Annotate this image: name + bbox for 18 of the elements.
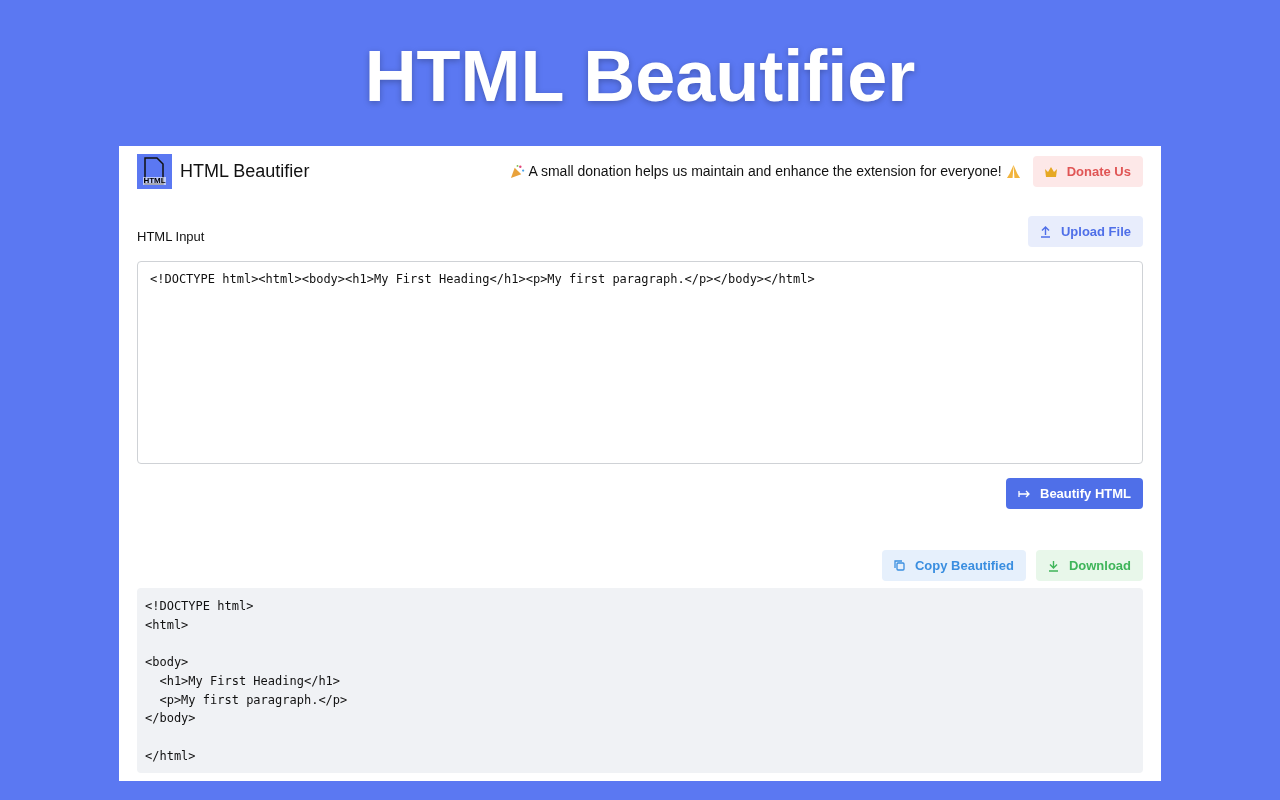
html-input-field[interactable]: <!DOCTYPE html><html><body><h1>My First Heading</h1><p>My first paragraph.</p></body></html> (137, 261, 1143, 464)
copy-icon (893, 560, 905, 571)
upload-button[interactable]: Upload File (1027, 216, 1143, 247)
donate-button[interactable]: Donate Us (1032, 156, 1143, 187)
horizontal-arrow-icon (1018, 489, 1030, 498)
beautify-button[interactable]: Beautify HTML (1006, 478, 1143, 509)
donation-message: A small donation helps us maintain and enhance the extension for everyone! (528, 162, 1002, 181)
download-button[interactable]: Download (1035, 550, 1143, 581)
logo-icon: HTML (137, 154, 172, 189)
beautified-output: <!DOCTYPE html> <html> <body> <h1>My First Heading</h1> <p>My first paragraph.</p> </body> </html> (137, 588, 1143, 773)
copy-button[interactable]: Copy Beautified (881, 550, 1026, 581)
app-name: HTML Beautifier (180, 160, 310, 183)
page-title: HTML Beautifier (364, 40, 916, 112)
download-icon (1047, 559, 1059, 572)
upload-icon (1039, 225, 1051, 238)
input-label: HTML Input (137, 227, 205, 246)
crown-icon (1044, 166, 1057, 177)
party-popper-icon (509, 164, 525, 179)
